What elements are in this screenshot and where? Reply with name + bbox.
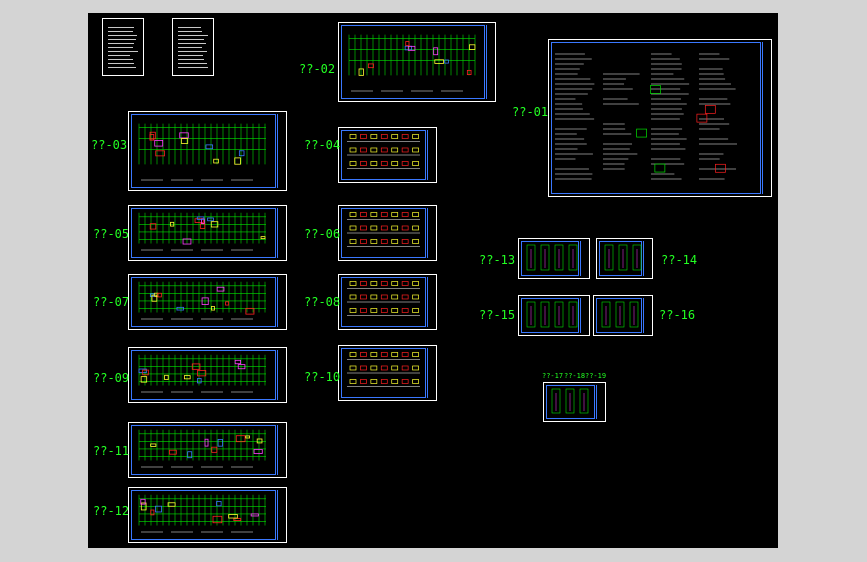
label-sheet-15: ??-15 <box>479 308 516 322</box>
doc-text-line <box>178 51 207 52</box>
doc-text-line <box>108 47 133 48</box>
sheet-09[interactable] <box>128 347 287 403</box>
sheet-drawing <box>555 53 738 180</box>
label-sheet-14: ??-14 <box>661 253 698 267</box>
sheet-16[interactable] <box>593 295 653 336</box>
doc-text-line <box>178 43 206 44</box>
doc-text-line <box>108 55 130 56</box>
doc-text-line <box>108 31 133 32</box>
doc-text-line <box>178 35 208 36</box>
sheet-drawing <box>526 301 578 328</box>
doc-text-line <box>108 43 134 44</box>
doc-text-line <box>178 47 202 48</box>
sheet-13[interactable] <box>518 238 590 279</box>
sheet-drawing <box>138 281 266 320</box>
sheet-06[interactable] <box>338 205 437 261</box>
doc-text-line <box>108 39 136 40</box>
sheet-05[interactable] <box>128 205 287 261</box>
sheet-08[interactable] <box>338 274 437 330</box>
doc-text-line <box>108 67 136 68</box>
doc-text-line <box>108 51 138 52</box>
label-sheet-13: ??-13 <box>479 253 516 267</box>
sheet-drawing <box>347 352 420 387</box>
sheet-drawing <box>601 301 639 328</box>
sheet-drawing <box>347 212 420 247</box>
doc-text-line <box>178 27 201 28</box>
label-sheet-19: ??-19 <box>585 372 607 380</box>
doc-text-line <box>178 31 202 32</box>
doc-text-line <box>108 27 134 28</box>
doc-text-line <box>178 67 208 68</box>
cover-sheet-right[interactable] <box>172 18 214 76</box>
sheet-14[interactable] <box>596 238 653 279</box>
doc-text-line <box>178 59 204 60</box>
label-sheet-16: ??-16 <box>659 308 696 322</box>
doc-text-line <box>178 55 203 56</box>
sheet-drawing <box>347 281 420 316</box>
doc-text-line <box>178 39 204 40</box>
sheet-drawing <box>138 429 266 468</box>
sheet-drawing <box>604 244 642 271</box>
sheet-drawing <box>551 388 589 414</box>
sheet-17-19[interactable] <box>543 382 606 422</box>
sheet-drawing <box>348 34 476 92</box>
sheet-07[interactable] <box>128 274 287 330</box>
sheet-drawing <box>526 244 578 271</box>
label-sheet-09: ??-09 <box>93 371 130 385</box>
sheet-drawing <box>347 134 420 169</box>
sheet-12[interactable] <box>128 487 287 543</box>
label-sheet-04: ??-04 <box>304 138 341 152</box>
label-sheet-12: ??-12 <box>93 504 130 518</box>
label-sheet-10: ??-10 <box>304 370 341 384</box>
label-sheet-08: ??-08 <box>304 295 341 309</box>
sheet-01[interactable] <box>548 39 772 197</box>
sheet-03[interactable] <box>128 111 287 191</box>
sheet-02[interactable] <box>338 22 496 102</box>
label-sheet-18: ??-18 <box>564 372 586 380</box>
label-sheet-02: ??-02 <box>299 62 336 76</box>
sheet-drawing <box>138 354 266 393</box>
label-sheet-07: ??-07 <box>93 295 130 309</box>
sheet-10[interactable] <box>338 345 437 401</box>
sheet-11[interactable] <box>128 422 287 478</box>
doc-text-line <box>108 35 137 36</box>
label-sheet-01: ??-01 <box>512 105 549 119</box>
doc-text-line <box>108 59 133 60</box>
doc-text-line <box>108 63 134 64</box>
sheet-04[interactable] <box>338 127 437 183</box>
sheet-drawing <box>138 123 266 181</box>
doc-text-line <box>178 63 207 64</box>
label-sheet-05: ??-05 <box>93 227 130 241</box>
label-sheet-17: ??-17 <box>542 372 564 380</box>
sheet-15[interactable] <box>518 295 590 336</box>
drawing-canvas[interactable]: ??-01 ??-02 ??-03 ??-04 ??-05 ??-06 ??-0… <box>88 13 778 548</box>
label-sheet-06: ??-06 <box>304 227 341 241</box>
sheet-drawing <box>138 494 266 533</box>
label-sheet-03: ??-03 <box>91 138 128 152</box>
label-sheet-11: ??-11 <box>93 444 130 458</box>
sheet-drawing <box>138 212 266 251</box>
cover-sheet-left[interactable] <box>102 18 144 76</box>
